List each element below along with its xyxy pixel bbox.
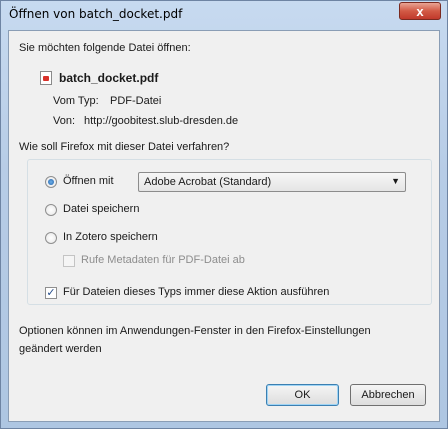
application-select[interactable]: Adobe Acrobat (Standard) ▼ — [138, 172, 406, 192]
always-action-label[interactable]: Für Dateien dieses Typs immer diese Akti… — [63, 286, 329, 298]
chevron-down-icon: ▼ — [391, 176, 400, 186]
dialog-window: Öffnen von batch_docket.pdf x Sie möchte… — [0, 0, 448, 429]
metadata-label: Rufe Metadaten für PDF-Datei ab — [81, 254, 245, 266]
settings-note-line1: Optionen können im Anwendungen-Fenster i… — [19, 325, 371, 337]
dialog-content: Sie möchten folgende Datei öffnen: batch… — [8, 30, 440, 422]
zotero-label[interactable]: In Zotero speichern — [63, 231, 158, 243]
window-title: Öffnen von batch_docket.pdf — [9, 7, 183, 21]
save-file-label[interactable]: Datei speichern — [63, 203, 139, 215]
type-value: PDF-Datei — [110, 95, 162, 107]
cancel-button[interactable]: Abbrechen — [350, 384, 426, 406]
always-action-checkbox[interactable]: ✓ — [45, 287, 57, 299]
zotero-radio[interactable] — [45, 232, 57, 244]
pdf-file-icon — [40, 71, 52, 85]
from-label: Von: — [53, 115, 76, 127]
type-label: Vom Typ: — [53, 95, 99, 107]
close-button[interactable]: x — [399, 2, 441, 20]
intro-text: Sie möchten folgende Datei öffnen: — [19, 42, 191, 54]
open-with-label[interactable]: Öffnen mit — [63, 175, 114, 187]
metadata-checkbox[interactable] — [63, 255, 75, 267]
question-text: Wie soll Firefox mit dieser Datei verfah… — [19, 141, 230, 153]
application-select-value: Adobe Acrobat (Standard) — [144, 176, 272, 188]
settings-note-line2: geändert werden — [19, 343, 102, 355]
from-value: http://goobitest.slub-dresden.de — [84, 115, 239, 127]
ok-button[interactable]: OK — [266, 384, 339, 406]
title-bar[interactable]: Öffnen von batch_docket.pdf x — [1, 1, 447, 31]
file-name: batch_docket.pdf — [59, 71, 159, 85]
open-with-radio[interactable] — [45, 176, 57, 188]
save-file-radio[interactable] — [45, 204, 57, 216]
